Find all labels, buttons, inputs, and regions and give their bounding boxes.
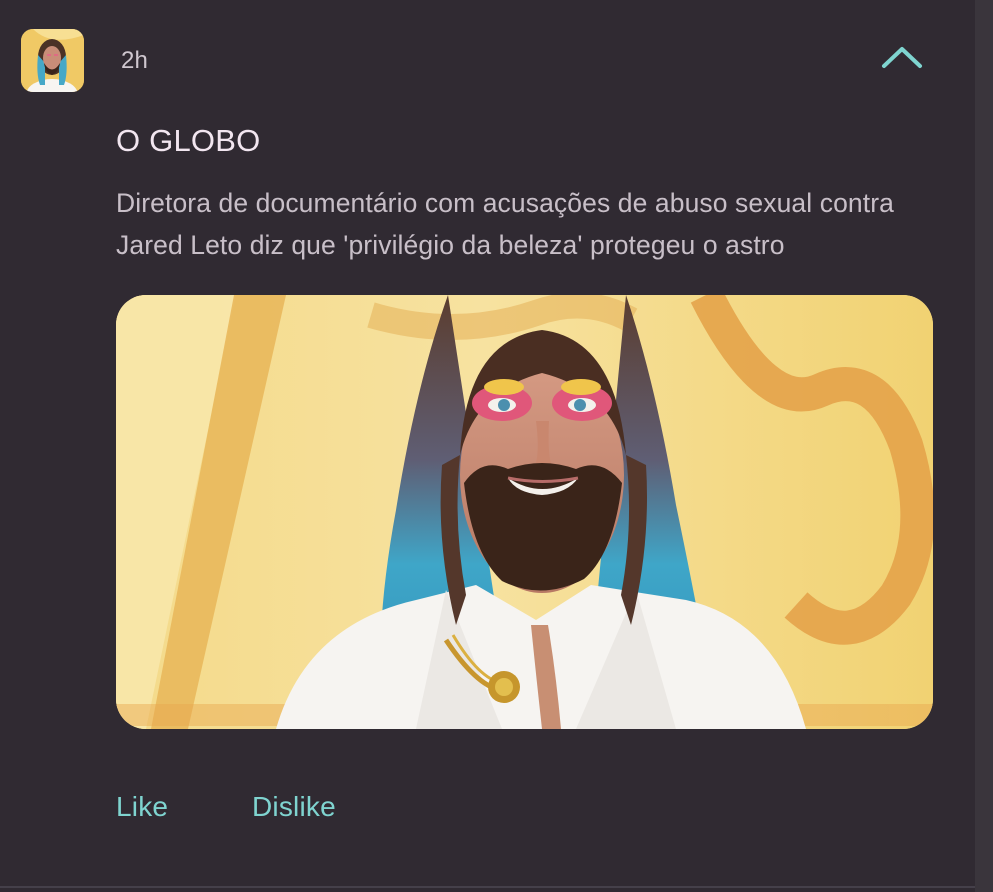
card-divider <box>0 886 975 888</box>
article-headline[interactable]: Diretora de documentário com acusações d… <box>116 182 936 266</box>
chevron-up-icon <box>882 47 922 68</box>
article-image[interactable] <box>116 295 933 729</box>
source-avatar[interactable] <box>21 29 84 92</box>
like-button[interactable]: Like <box>116 791 168 823</box>
source-name: O GLOBO <box>116 123 261 158</box>
dislike-button[interactable]: Dislike <box>252 791 336 823</box>
post-timestamp: 2h <box>121 47 149 74</box>
article-photo <box>116 295 933 729</box>
page-scroll-edge <box>975 0 993 892</box>
collapse-button[interactable] <box>875 37 929 81</box>
news-card: 2h O GLOBO Diretora de documentário com … <box>0 0 975 892</box>
avatar-image <box>21 29 84 92</box>
